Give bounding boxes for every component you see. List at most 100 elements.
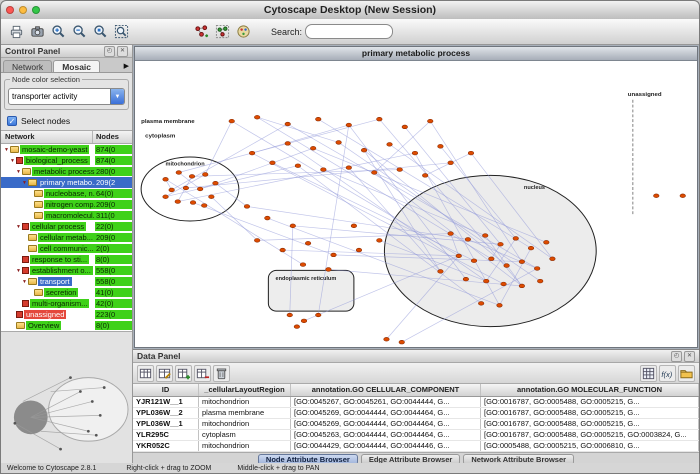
window-minimize-button[interactable] xyxy=(19,6,27,14)
graph-node[interactable] xyxy=(300,263,305,267)
graph-node[interactable] xyxy=(471,259,476,263)
tree-header-nodes[interactable]: Nodes xyxy=(93,131,132,143)
tab-scroll-right-icon[interactable]: ▶ xyxy=(124,62,132,72)
tree-row[interactable]: nitrogen comp...209(0 xyxy=(1,199,132,210)
panel-close-icon[interactable]: ✕ xyxy=(684,351,695,362)
graph-node[interactable] xyxy=(422,174,427,178)
attribute-delete-icon[interactable] xyxy=(194,365,211,382)
graph-node[interactable] xyxy=(484,279,489,283)
graph-node[interactable] xyxy=(290,224,295,228)
graph-node[interactable] xyxy=(361,148,366,152)
tree-row[interactable]: ▼metabolic process280(0 xyxy=(1,166,132,177)
graph-node[interactable] xyxy=(351,224,356,228)
graph-node[interactable] xyxy=(201,204,206,208)
graph-node[interactable] xyxy=(384,337,389,341)
zoom-out-icon[interactable] xyxy=(70,23,88,41)
graph-node[interactable] xyxy=(399,340,404,344)
graph-node[interactable] xyxy=(190,201,195,205)
graph-node[interactable] xyxy=(372,171,377,175)
table-row[interactable]: YPL036W__1mitochondrion[GO:0045269, GO:0… xyxy=(133,419,699,430)
table-row[interactable]: YPL036W__2plasma membrane[GO:0045269, GO… xyxy=(133,408,699,419)
graph-node[interactable] xyxy=(197,187,202,191)
attribute-create-icon[interactable] xyxy=(175,365,192,382)
print-icon[interactable] xyxy=(7,23,25,41)
tab-network[interactable]: Network xyxy=(3,60,52,72)
graph-node[interactable] xyxy=(528,246,533,250)
graph-node[interactable] xyxy=(254,239,259,243)
tree-row[interactable]: Overview8(0) xyxy=(1,320,132,331)
table-row[interactable]: YLR295Ccytoplasm[GO:0045263, GO:0044444,… xyxy=(133,430,699,441)
column-header[interactable]: ID xyxy=(133,384,199,396)
graph-node[interactable] xyxy=(513,237,518,241)
table-row[interactable]: YKR052Cmitochondrion[GO:0044429, GO:0044… xyxy=(133,441,699,452)
graph-node[interactable] xyxy=(550,257,555,261)
network-add-icon[interactable] xyxy=(192,23,210,41)
node-color-dropdown[interactable]: transporter activity ▼ xyxy=(8,88,125,105)
tree-row[interactable]: multi-organism...42(0) xyxy=(1,298,132,309)
graph-node[interactable] xyxy=(501,282,506,286)
graph-node[interactable] xyxy=(387,143,392,147)
graph-node[interactable] xyxy=(176,171,181,175)
graph-node[interactable] xyxy=(519,284,524,288)
tree-row[interactable]: unassigned223(0 xyxy=(1,309,132,320)
graph-node[interactable] xyxy=(321,168,326,172)
expander-icon[interactable]: ▼ xyxy=(21,180,28,186)
graph-node[interactable] xyxy=(428,119,433,123)
graph-node[interactable] xyxy=(336,141,341,145)
graph-node[interactable] xyxy=(438,270,443,274)
attribute-select-icon[interactable] xyxy=(137,365,154,382)
graph-node[interactable] xyxy=(265,216,270,220)
birds-eye-view[interactable] xyxy=(1,332,132,463)
graph-node[interactable] xyxy=(346,123,351,127)
graph-node[interactable] xyxy=(465,238,470,242)
panel-float-icon[interactable]: ◴ xyxy=(104,46,115,57)
graph-node[interactable] xyxy=(280,248,285,252)
tree-row[interactable]: secretion41(0) xyxy=(1,287,132,298)
tree-header-network[interactable]: Network xyxy=(1,131,93,143)
graph-node[interactable] xyxy=(654,194,659,198)
graph-node[interactable] xyxy=(537,279,542,283)
network-canvas[interactable]: mitochondrionnucleusendoplasmic reticulu… xyxy=(135,61,697,347)
graph-node[interactable] xyxy=(346,166,351,170)
import-table-icon[interactable] xyxy=(678,365,695,382)
network-graph[interactable]: mitochondrionnucleusendoplasmic reticulu… xyxy=(135,61,697,347)
graph-node[interactable] xyxy=(254,115,259,119)
graph-node[interactable] xyxy=(482,234,487,238)
network-selection-icon[interactable] xyxy=(213,23,231,41)
graph-node[interactable] xyxy=(377,239,382,243)
graph-node[interactable] xyxy=(331,253,336,257)
graph-node[interactable] xyxy=(356,248,361,252)
expander-icon[interactable]: ▼ xyxy=(9,158,16,164)
graph-node[interactable] xyxy=(463,277,468,281)
expander-icon[interactable]: ▼ xyxy=(21,279,28,285)
zoom-in-icon[interactable] xyxy=(49,23,67,41)
graph-node[interactable] xyxy=(544,240,549,244)
snapshot-icon[interactable] xyxy=(28,23,46,41)
column-header[interactable]: _cellularLayoutRegion xyxy=(199,384,291,396)
graph-node[interactable] xyxy=(680,194,685,198)
tree-row[interactable]: cell communic...2(0) xyxy=(1,243,132,254)
graph-node[interactable] xyxy=(203,173,208,177)
network-frame-titlebar[interactable]: primary metabolic process xyxy=(135,47,697,61)
graph-node[interactable] xyxy=(229,119,234,123)
zoom-fit-icon[interactable] xyxy=(112,23,130,41)
graph-node[interactable] xyxy=(249,151,254,155)
expander-icon[interactable]: ▼ xyxy=(15,268,22,274)
tree-row[interactable]: macromolecul...311(0 xyxy=(1,210,132,221)
graph-node[interactable] xyxy=(326,268,331,272)
tree-row[interactable]: ▼mosaic-demo-yeast874(0 xyxy=(1,144,132,155)
graph-node[interactable] xyxy=(183,186,188,190)
graph-node[interactable] xyxy=(534,267,539,271)
vizmapper-icon[interactable] xyxy=(234,23,252,41)
tree-row[interactable]: response to sti...8(0) xyxy=(1,254,132,265)
graph-node[interactable] xyxy=(169,188,174,192)
graph-node[interactable] xyxy=(504,264,509,268)
trash-icon[interactable] xyxy=(213,365,230,382)
zoom-selected-icon[interactable] xyxy=(91,23,109,41)
expander-icon[interactable]: ▼ xyxy=(3,147,10,153)
tree-row[interactable]: ▼cellular process22(0) xyxy=(1,221,132,232)
search-input[interactable] xyxy=(305,24,393,39)
graph-node[interactable] xyxy=(316,117,321,121)
graph-node[interactable] xyxy=(287,313,292,317)
matrix-icon[interactable] xyxy=(640,365,657,382)
